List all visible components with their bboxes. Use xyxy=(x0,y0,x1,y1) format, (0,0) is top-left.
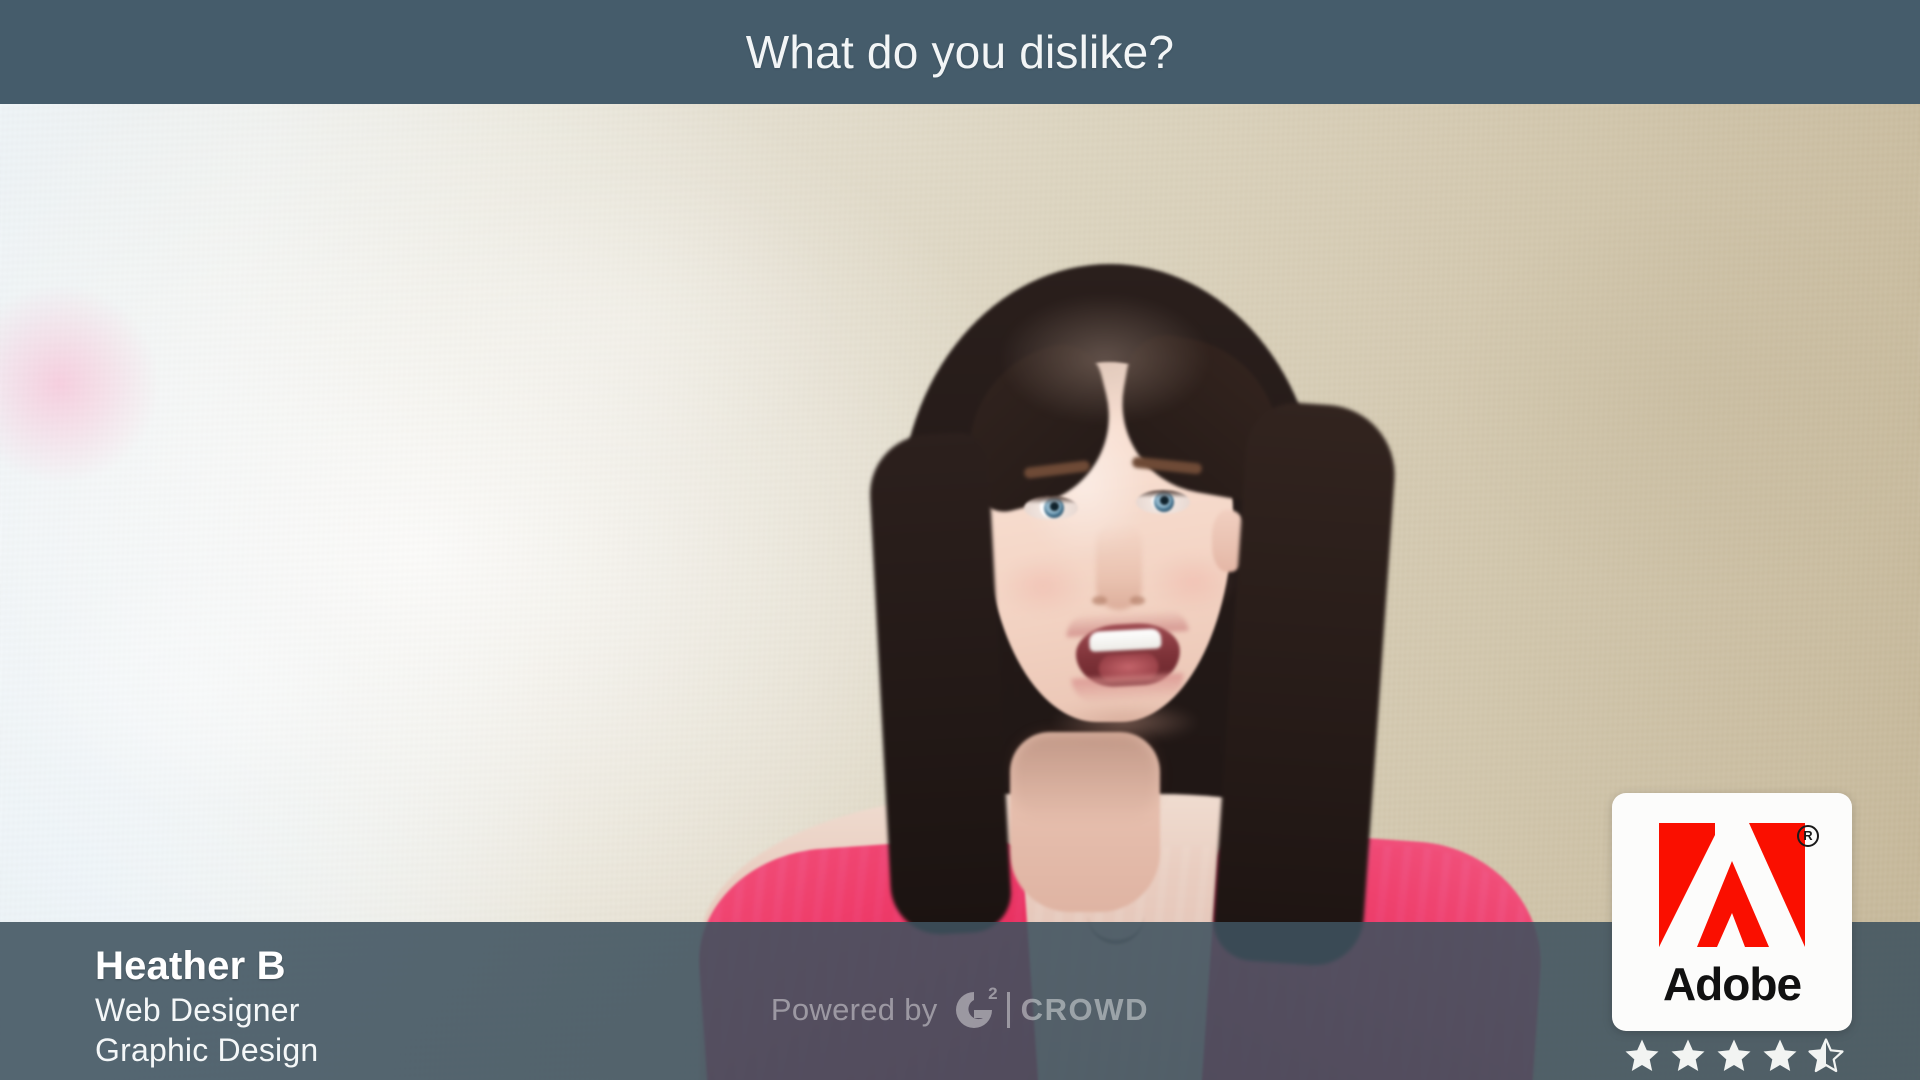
speaker-info: Heather B Web Designer Graphic Design xyxy=(95,942,318,1070)
cheek-left xyxy=(1000,556,1086,616)
star-4-full xyxy=(1761,1037,1799,1075)
star-5-half xyxy=(1807,1037,1845,1075)
neck-shadow xyxy=(1010,732,1160,822)
star-1-full xyxy=(1623,1037,1661,1075)
star-rating xyxy=(1623,1036,1845,1076)
eye-left xyxy=(1024,496,1078,520)
cheek-right xyxy=(1150,552,1236,612)
product-badge-card[interactable]: R Adobe xyxy=(1612,793,1852,1031)
star-3-full xyxy=(1715,1037,1753,1075)
adobe-a-logo-icon: R xyxy=(1657,821,1819,949)
speaker-role: Web Designer xyxy=(95,992,300,1028)
chin-shadow xyxy=(1050,702,1200,742)
adobe-wordmark: Adobe xyxy=(1662,958,1802,1010)
nostril-right xyxy=(1130,596,1145,605)
page-title: What do you dislike? xyxy=(745,26,1175,78)
question-header-bar: What do you dislike? xyxy=(0,0,1920,104)
star-2-full xyxy=(1669,1037,1707,1075)
hair-highlight xyxy=(1000,294,1210,424)
eyelash-left xyxy=(1024,496,1078,504)
teeth xyxy=(1088,628,1162,652)
video-player-screen: What do you dislike? Heather B Web Desig… xyxy=(0,0,1920,1080)
registered-trademark-icon: R xyxy=(1797,825,1819,847)
speaker-category: Graphic Design xyxy=(95,1032,319,1068)
nostril-left xyxy=(1092,596,1107,605)
speaker-name: Heather B xyxy=(95,944,286,988)
eye-right xyxy=(1136,490,1190,514)
eyelash-right xyxy=(1136,490,1190,498)
